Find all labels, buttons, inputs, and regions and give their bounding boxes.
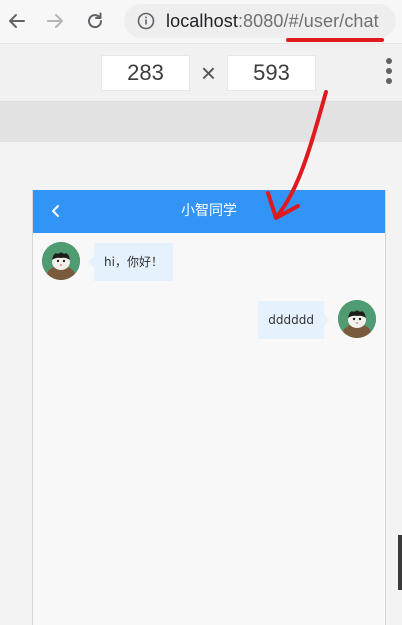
scrollbar[interactable] (398, 535, 402, 590)
address-url: localhost:8080/#/user/chat (166, 11, 379, 31)
message-bubble: hi，你好！ (88, 243, 173, 281)
device-viewport: 小智同学 hi，你好！ dddddd (32, 190, 386, 625)
dimension-separator: × (200, 58, 217, 88)
address-bar[interactable]: localhost:8080/#/user/chat (124, 4, 396, 38)
message-row-received: hi，你好！ (33, 242, 385, 282)
ruler-strip (0, 102, 402, 142)
device-width-input[interactable]: 283 (101, 55, 190, 91)
url-host: localhost (166, 11, 238, 31)
avatar (338, 300, 376, 338)
reload-icon[interactable] (84, 10, 106, 32)
message-row-sent: dddddd (33, 300, 385, 340)
message-bubble: dddddd (258, 301, 330, 339)
annotation-underline (286, 38, 384, 42)
back-arrow-icon[interactable] (6, 10, 28, 32)
url-path: :8080/#/user/chat (237, 11, 379, 31)
avatar (42, 242, 80, 280)
chat-header: 小智同学 (33, 190, 385, 233)
device-toolbar: 283 × 593 (0, 44, 402, 102)
info-icon[interactable] (137, 12, 155, 30)
chat-title: 小智同学 (181, 203, 237, 219)
device-height-input[interactable]: 593 (227, 55, 316, 91)
more-options-icon[interactable] (383, 58, 395, 88)
forward-arrow-icon[interactable] (44, 10, 66, 32)
